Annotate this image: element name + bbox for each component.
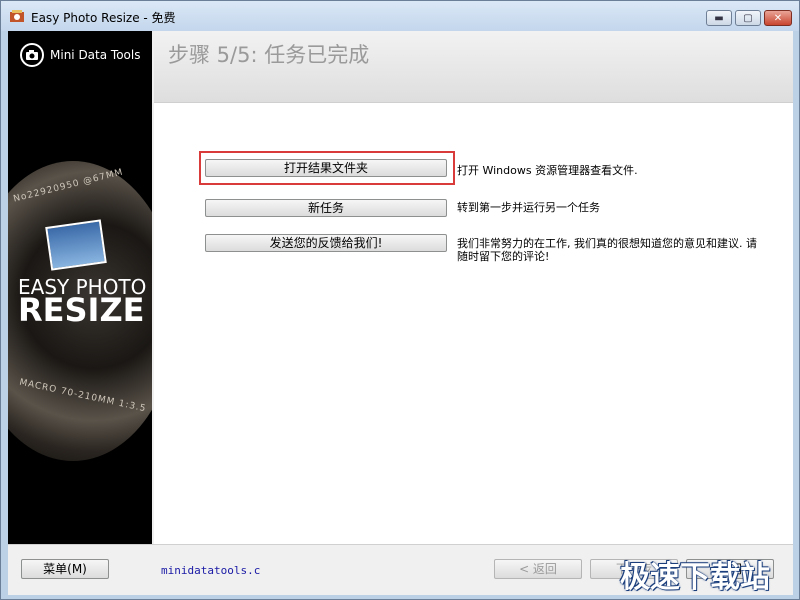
open-result-folder-description: 打开 Windows 资源管理器查看文件. <box>457 164 638 177</box>
new-task-button[interactable]: 新任务 <box>205 199 447 217</box>
send-feedback-button[interactable]: 发送您的反馈给我们! <box>205 234 447 252</box>
page-title: 步骤 5/5: 任务已完成 <box>168 43 370 67</box>
close-icon: ✕ <box>773 12 783 24</box>
title-bar[interactable]: Easy Photo Resize - 免费 ▬ ▢ ✕ <box>1 1 799 31</box>
product-name-line2: RESIZE <box>18 291 145 329</box>
photo-icon <box>45 219 107 271</box>
new-task-description: 转到第一步并运行另一个任务 <box>457 201 600 214</box>
brand-name: Mini Data Tools <box>50 48 141 62</box>
open-result-folder-button[interactable]: 打开结果文件夹 <box>205 159 447 177</box>
app-window: Easy Photo Resize - 免费 ▬ ▢ ✕ Mini Data T… <box>0 0 800 600</box>
window-title: Easy Photo Resize - 免费 <box>31 11 176 25</box>
minimize-icon: ▬ <box>714 12 724 24</box>
minimize-button[interactable]: ▬ <box>706 10 732 26</box>
back-button[interactable]: < 返回 <box>494 559 582 579</box>
close-window-button[interactable]: ✕ <box>764 10 792 26</box>
maximize-icon: ▢ <box>743 12 753 24</box>
menu-button[interactable]: 菜单(M) <box>21 559 109 579</box>
main-content: 打开结果文件夹 打开 Windows 资源管理器查看文件. 新任务 转到第一步并… <box>154 103 793 544</box>
send-feedback-description: 我们非常努力的在工作, 我们真的很想知道您的意见和建议. 请随时留下您的评论! <box>457 237 757 263</box>
app-icon <box>10 10 24 22</box>
sidebar-banner: Mini Data Tools No22920950 @67MM MACRO 7… <box>8 31 152 544</box>
maximize-button[interactable]: ▢ <box>735 10 761 26</box>
client-area: Mini Data Tools No22920950 @67MM MACRO 7… <box>8 31 793 595</box>
watermark: 极速下载站 <box>620 560 770 595</box>
website-link[interactable]: minidatatools.c <box>161 564 260 577</box>
camera-icon <box>20 43 44 67</box>
step-header: 步骤 5/5: 任务已完成 <box>154 31 793 103</box>
